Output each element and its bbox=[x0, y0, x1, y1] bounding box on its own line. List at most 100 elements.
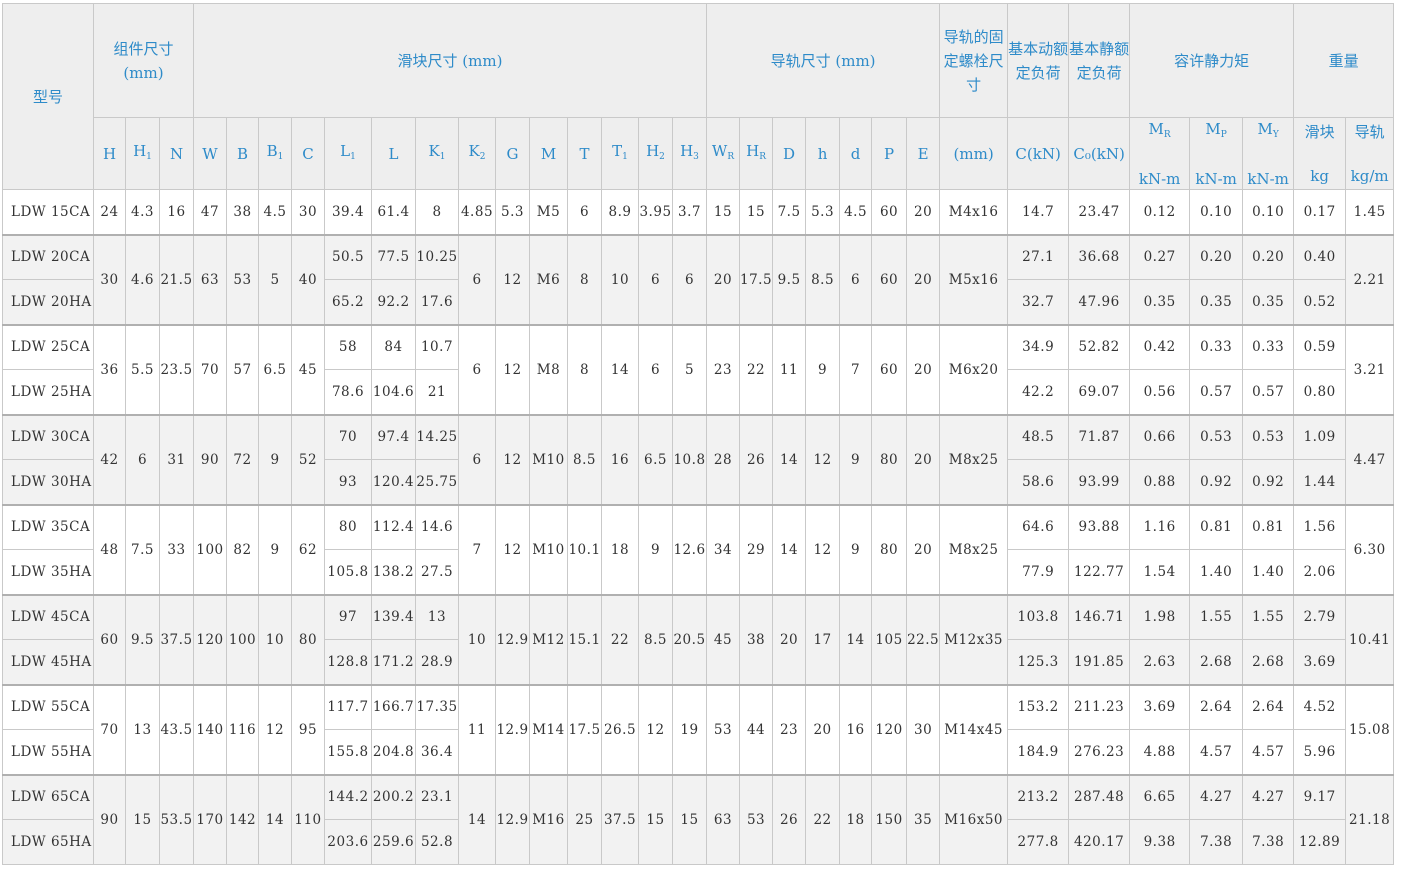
cell-Lb: 104.6 bbox=[371, 369, 416, 415]
cell-WR: 63 bbox=[706, 774, 740, 865]
cell-weight-rail: 1.45 bbox=[1345, 189, 1395, 235]
cell-wba: 9.17 bbox=[1293, 774, 1347, 820]
cell-H2: 8.5 bbox=[638, 594, 673, 685]
cell-C0a: 287.48 bbox=[1068, 774, 1131, 820]
cell-H1: 4.6 bbox=[125, 234, 160, 325]
cell-MRa: 0.66 bbox=[1129, 414, 1191, 460]
model-cell: LDW 65HA bbox=[2, 819, 94, 865]
cell-MYa: 0.20 bbox=[1242, 234, 1295, 280]
cell-HR: 17.5 bbox=[738, 234, 774, 325]
header-block-dimensions: 滑块尺寸 (mm) bbox=[193, 3, 707, 118]
cell-MYa: 2.64 bbox=[1242, 684, 1295, 730]
cell-wbb: 1.44 bbox=[1293, 459, 1347, 505]
cell-B: 57 bbox=[226, 324, 259, 415]
table-row: LDW 45CA 60 9.5 37.5 120 100 10 80 97 139.4 13 10 12… bbox=[2, 594, 1395, 685]
cell-H3: 20.5 bbox=[672, 594, 707, 685]
model-cell: LDW 55CA bbox=[2, 684, 94, 730]
col-weight-block: 滑块 kg bbox=[1293, 117, 1347, 190]
cell-M: M10 bbox=[529, 504, 568, 595]
cell-d: 14 bbox=[839, 594, 873, 685]
cell-H: 60 bbox=[93, 594, 126, 685]
cell-MPa: 0.53 bbox=[1189, 414, 1244, 460]
cell-Ca: 27.1 bbox=[1007, 234, 1070, 280]
cell-T1: 22 bbox=[601, 594, 639, 685]
cell-MPb: 4.57 bbox=[1189, 729, 1244, 775]
cell-K1b: 36.4 bbox=[415, 729, 459, 775]
cell-h: 22 bbox=[805, 774, 841, 865]
cell-MRa: 0.42 bbox=[1129, 324, 1191, 370]
cell-d: 6 bbox=[839, 234, 873, 325]
cell-MRb: 4.88 bbox=[1129, 729, 1191, 775]
cell-P: 150 bbox=[871, 774, 908, 865]
cell-wba: 4.52 bbox=[1293, 684, 1347, 730]
cell-MRa: 3.69 bbox=[1129, 684, 1191, 730]
col-D: D bbox=[772, 117, 807, 190]
model-cell: LDW 30HA bbox=[2, 459, 94, 505]
cell-T1: 26.5 bbox=[601, 684, 639, 775]
cell-h: 5.3 bbox=[805, 189, 841, 235]
cell-B1: 10 bbox=[258, 594, 292, 685]
cell-H2: 6 bbox=[638, 234, 673, 325]
cell-bolt: M14x45 bbox=[939, 684, 1009, 775]
cell-M: M5 bbox=[529, 189, 568, 235]
cell-C: 110 bbox=[291, 774, 325, 865]
col-HR: HR bbox=[738, 117, 774, 190]
cell-L1a: 39.4 bbox=[324, 189, 372, 235]
table-row: LDW 65CA 90 15 53.5 170 142 14 110 144.2 200.2 23.… bbox=[2, 774, 1395, 865]
cell-H1: 6 bbox=[125, 414, 160, 505]
cell-H3: 6 bbox=[672, 234, 707, 325]
cell-d: 4.5 bbox=[839, 189, 873, 235]
cell-Ca: 64.6 bbox=[1007, 504, 1070, 550]
cell-MYb: 7.38 bbox=[1242, 819, 1295, 865]
cell-G: 12 bbox=[495, 324, 530, 415]
table-row: LDW 30CA 42 6 31 90 72 9 52 70 97.4 14.25 6 12 M10 8.5… bbox=[2, 414, 1395, 505]
cell-HR: 53 bbox=[738, 774, 774, 865]
cell-K1a: 10.25 bbox=[415, 234, 459, 280]
cell-L1a: 58 bbox=[324, 324, 372, 370]
cell-K2: 7 bbox=[458, 504, 496, 595]
cell-K2: 6 bbox=[458, 414, 496, 505]
cell-bolt: M8x25 bbox=[939, 414, 1009, 505]
cell-wbb: 5.96 bbox=[1293, 729, 1347, 775]
cell-MYa: 4.27 bbox=[1242, 774, 1295, 820]
cell-Cb: 32.7 bbox=[1007, 279, 1070, 325]
cell-K2: 14 bbox=[458, 774, 496, 865]
col-H1: H1 bbox=[125, 117, 160, 190]
col-C0-unit: C₀(kN) bbox=[1068, 117, 1131, 190]
cell-bolt: M4x16 bbox=[939, 189, 1009, 235]
table-row: LDW 55CA 70 13 43.5 140 116 12 95 117.7 166.7 17.3… bbox=[2, 684, 1395, 775]
cell-L1b: 128.8 bbox=[324, 639, 372, 685]
cell-La: 84 bbox=[371, 324, 416, 370]
cell-D: 9.5 bbox=[772, 234, 807, 325]
cell-N: 43.5 bbox=[159, 684, 194, 775]
cell-C0a: 71.87 bbox=[1068, 414, 1131, 460]
cell-d: 18 bbox=[839, 774, 873, 865]
cell-H: 30 bbox=[93, 234, 126, 325]
cell-MPb: 0.92 bbox=[1189, 459, 1244, 505]
cell-D: 20 bbox=[772, 594, 807, 685]
cell-T1: 16 bbox=[601, 414, 639, 505]
cell-H1: 15 bbox=[125, 774, 160, 865]
header-dynamic-load: 基本动额定负荷 bbox=[1007, 3, 1070, 118]
model-cell: LDW 30CA bbox=[2, 414, 94, 460]
model-cell: LDW 65CA bbox=[2, 774, 94, 820]
cell-D: 11 bbox=[772, 324, 807, 415]
cell-HR: 38 bbox=[738, 594, 774, 685]
cell-W: 90 bbox=[193, 414, 227, 505]
col-G: G bbox=[495, 117, 530, 190]
cell-WR: 34 bbox=[706, 504, 740, 595]
cell-H3: 3.7 bbox=[672, 189, 707, 235]
model-cell: LDW 20HA bbox=[2, 279, 94, 325]
header-rail-bolt-size: 导轨的固定螺栓尺寸 bbox=[939, 3, 1009, 118]
cell-K1a: 17.35 bbox=[415, 684, 459, 730]
cell-MPa: 0.33 bbox=[1189, 324, 1244, 370]
cell-La: 139.4 bbox=[371, 594, 416, 640]
cell-P: 120 bbox=[871, 684, 908, 775]
cell-MPa: 0.20 bbox=[1189, 234, 1244, 280]
col-H2: H2 bbox=[638, 117, 673, 190]
cell-Ca: 213.2 bbox=[1007, 774, 1070, 820]
col-E: E bbox=[906, 117, 941, 190]
cell-C0b: 191.85 bbox=[1068, 639, 1131, 685]
cell-L1b: 203.6 bbox=[324, 819, 372, 865]
cell-C: 40 bbox=[291, 234, 325, 325]
